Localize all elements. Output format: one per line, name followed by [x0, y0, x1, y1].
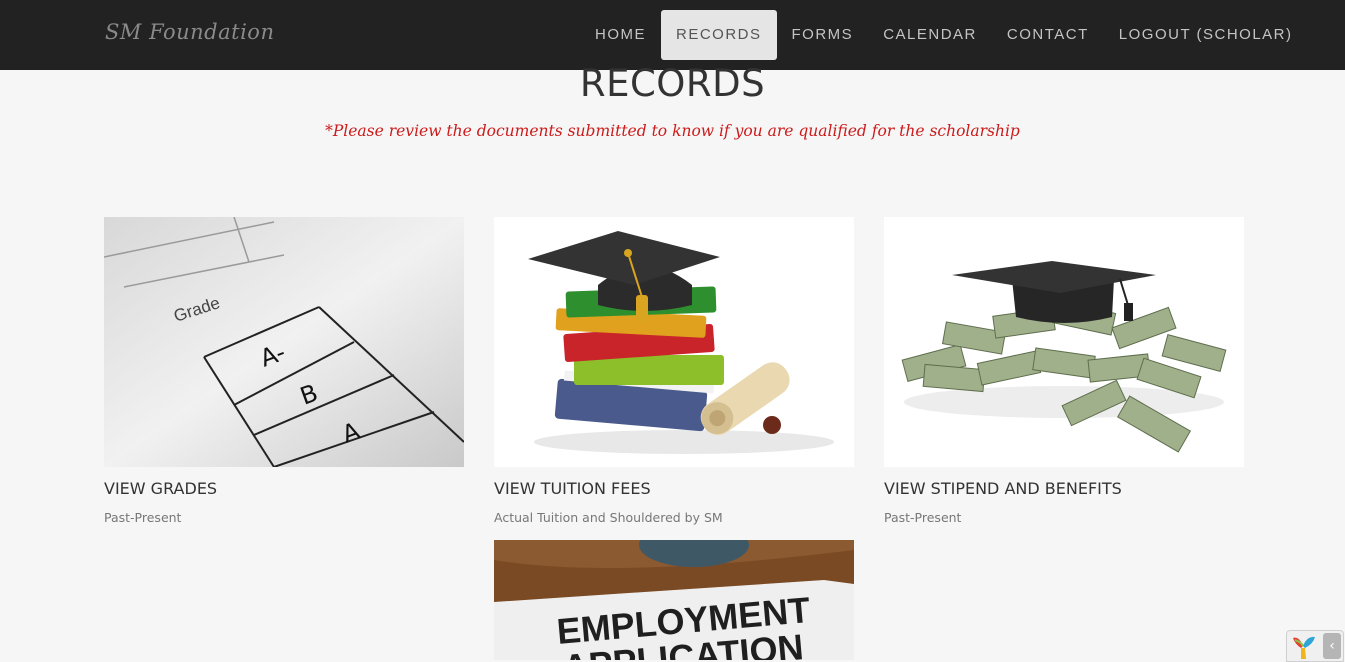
- grades-image[interactable]: Grade A- B A: [104, 217, 464, 467]
- yii-logo-icon[interactable]: [1289, 632, 1319, 660]
- debug-toolbar: ‹: [1286, 630, 1344, 662]
- page-title: RECORDS: [579, 62, 766, 105]
- tuition-card: VIEW TUITION FEES Actual Tuition and Sho…: [494, 217, 854, 525]
- stipend-card: VIEW STIPEND AND BENEFITS Past-Present: [884, 217, 1244, 525]
- nav-calendar[interactable]: CALENDAR: [868, 10, 992, 60]
- grades-subtitle: Past-Present: [104, 510, 182, 525]
- grades-card: Grade A- B A VIEW GRADES Past-Present: [104, 217, 464, 525]
- qualification-notice: *Please review the documents submitted t…: [325, 122, 1020, 140]
- employment-image[interactable]: EMPLOYMENT APPLICATION: [494, 540, 854, 660]
- tuition-image[interactable]: [494, 217, 854, 467]
- money-graduation-cap-photo: [884, 217, 1244, 467]
- brand-logo[interactable]: SM Foundation: [105, 20, 274, 44]
- view-tuition-fees-link[interactable]: VIEW TUITION FEES: [494, 479, 854, 498]
- view-grades-link[interactable]: VIEW GRADES: [104, 479, 464, 498]
- employment-card: EMPLOYMENT APPLICATION: [494, 540, 854, 660]
- stipend-subtitle: Past-Present: [884, 510, 962, 525]
- nav-forms[interactable]: FORMS: [777, 10, 869, 60]
- employment-application-photo: EMPLOYMENT APPLICATION: [494, 540, 854, 660]
- stipend-image[interactable]: [884, 217, 1244, 467]
- tuition-subtitle: Actual Tuition and Shouldered by SM: [494, 510, 723, 525]
- chevron-left-icon[interactable]: ‹: [1323, 633, 1341, 659]
- nav-contact[interactable]: CONTACT: [992, 10, 1104, 60]
- grades-sheet-photo: Grade A- B A: [104, 217, 464, 467]
- books-graduation-cap-photo: [494, 217, 854, 467]
- nav-logout[interactable]: LOGOUT (SCHOLAR): [1104, 10, 1308, 60]
- nav-records[interactable]: RECORDS: [661, 10, 777, 60]
- main-nav: HOME RECORDS FORMS CALENDAR CONTACT LOGO…: [580, 10, 1308, 60]
- top-navbar: SM Foundation HOME RECORDS FORMS CALENDA…: [0, 0, 1345, 70]
- nav-home[interactable]: HOME: [580, 10, 661, 60]
- view-stipend-link[interactable]: VIEW STIPEND AND BENEFITS: [884, 479, 1244, 498]
